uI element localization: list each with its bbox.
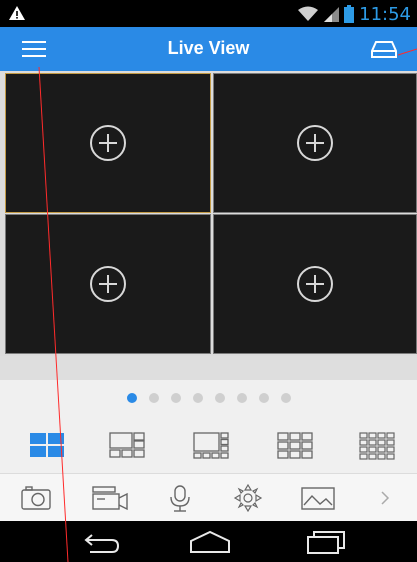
page-dot[interactable]: [280, 393, 291, 403]
video-cell-1[interactable]: [5, 73, 211, 213]
control-toolbar: [0, 473, 417, 522]
add-icon[interactable]: [296, 124, 334, 162]
page-dot[interactable]: [148, 393, 159, 403]
battery-icon: [344, 5, 355, 23]
video-cell-3[interactable]: [5, 214, 211, 354]
page-dot[interactable]: [214, 393, 225, 403]
signal-icon: [324, 7, 340, 22]
system-nav-bar: [0, 521, 417, 562]
microphone-icon[interactable]: [160, 484, 200, 512]
status-bar: 11:54: [0, 0, 417, 27]
page-dot[interactable]: [236, 393, 247, 403]
layout-panel: [0, 380, 417, 473]
app-bar: Live View: [0, 27, 417, 71]
add-icon[interactable]: [89, 124, 127, 162]
video-grid: [0, 71, 417, 356]
wifi-icon: [298, 6, 319, 21]
back-icon[interactable]: [78, 527, 128, 557]
next-arrow-icon[interactable]: [366, 484, 406, 512]
video-cell-2[interactable]: [213, 73, 417, 213]
layout-9-icon[interactable]: [276, 430, 314, 460]
recent-apps-icon[interactable]: [300, 527, 350, 557]
grid-footer-strip: [0, 356, 417, 380]
snapshot-icon[interactable]: [16, 484, 56, 512]
layout-16-icon[interactable]: [358, 430, 396, 460]
layout-4-icon[interactable]: [28, 430, 66, 460]
home-icon[interactable]: [185, 527, 235, 557]
record-icon[interactable]: [90, 484, 130, 512]
drive-icon[interactable]: [369, 36, 399, 62]
layout-selector: [0, 430, 417, 464]
page-title: Live View: [167, 38, 250, 58]
ptz-icon[interactable]: [228, 484, 268, 512]
layout-6-icon[interactable]: [108, 430, 146, 460]
page-dot[interactable]: [126, 393, 137, 403]
page-dot[interactable]: [192, 393, 203, 403]
add-icon[interactable]: [296, 265, 334, 303]
page-dot[interactable]: [170, 393, 181, 403]
layout-8-icon[interactable]: [192, 430, 230, 460]
warning-icon: [9, 6, 25, 20]
page-indicator: [0, 393, 417, 403]
add-icon[interactable]: [89, 265, 127, 303]
clock: 11:54: [359, 3, 411, 25]
image-icon[interactable]: [298, 484, 338, 512]
video-cell-4[interactable]: [213, 214, 417, 354]
page-dot[interactable]: [258, 393, 269, 403]
